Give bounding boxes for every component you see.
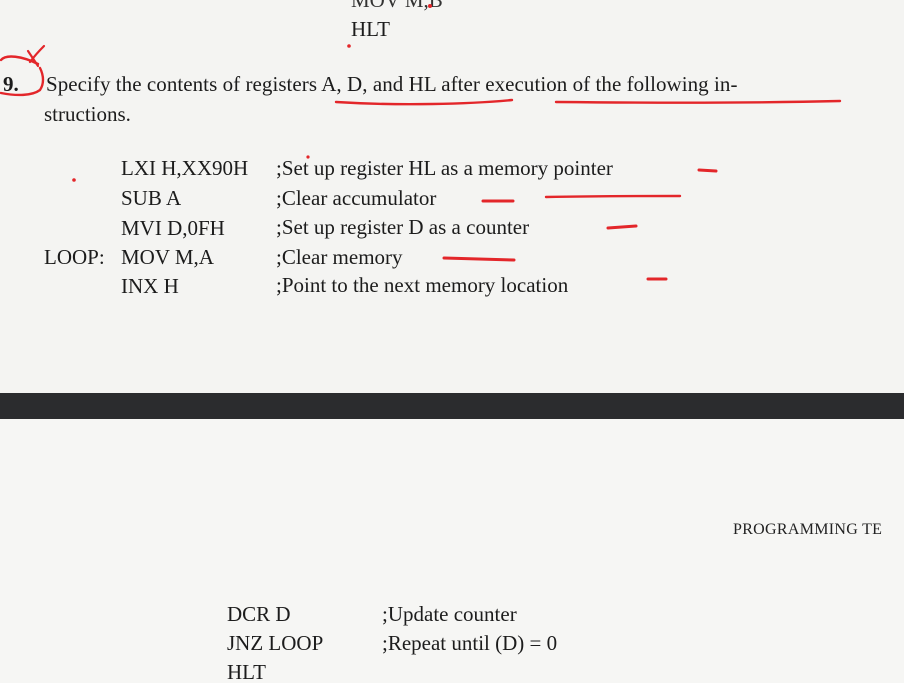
code-instr-8: HLT xyxy=(227,660,266,683)
handwriting-annotations xyxy=(0,4,842,281)
top-page: MOV M,B HLT 9. Specify the contents of r… xyxy=(0,0,904,393)
photo-divider-band xyxy=(0,393,904,419)
code-comment-7: ;Repeat until (D) = 0 xyxy=(382,631,558,655)
code-instr-6: DCR D xyxy=(227,602,291,626)
code-instr-7: JNZ LOOP xyxy=(227,631,324,655)
bottom-page: PROGRAMMING TE DCR D ;Update counter JNZ… xyxy=(0,419,904,683)
running-head: PROGRAMMING TE xyxy=(733,521,883,538)
code-comment-6: ;Update counter xyxy=(382,602,517,626)
